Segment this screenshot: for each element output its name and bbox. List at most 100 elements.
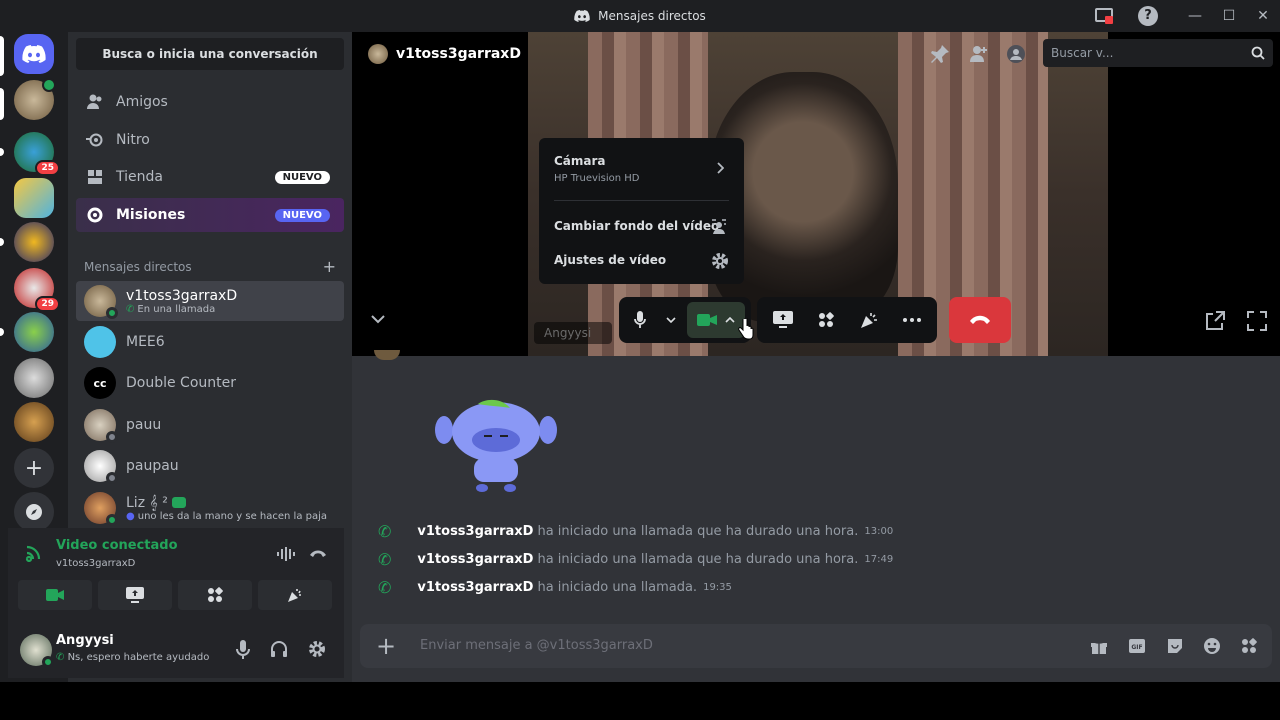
- message-author[interactable]: v1toss3garraxD: [417, 524, 533, 539]
- soundboard-button[interactable]: [258, 580, 332, 610]
- dm-item-paupau[interactable]: paupau: [76, 446, 344, 486]
- help-icon[interactable]: ?: [1138, 6, 1158, 26]
- avatar: [84, 285, 118, 319]
- mouse-cursor-icon: [738, 318, 754, 340]
- close-icon[interactable]: ✕: [1246, 8, 1280, 24]
- message-author[interactable]: v1toss3garraxD: [417, 580, 533, 595]
- minimize-icon[interactable]: —: [1178, 8, 1212, 24]
- dm-item-double-counter[interactable]: ⅽⅽ Double Counter: [76, 363, 344, 403]
- nav-nitro[interactable]: Nitro: [76, 123, 344, 157]
- nitro-icon: [86, 131, 104, 149]
- server-icon-bird[interactable]: [14, 222, 54, 262]
- microphone-options-button[interactable]: [659, 302, 683, 338]
- friends-icon: [86, 93, 104, 111]
- soundboard-button[interactable]: [849, 302, 888, 338]
- search-input[interactable]: Buscar v...: [1043, 39, 1273, 67]
- screen-share-status-icon[interactable]: [1094, 6, 1114, 26]
- screen-share-icon: [126, 587, 144, 603]
- noise-suppression-icon[interactable]: [276, 546, 296, 562]
- avatar: [84, 409, 118, 443]
- explore-icon[interactable]: [14, 492, 54, 532]
- bottom-border: [0, 682, 1280, 720]
- nav-friends[interactable]: Amigos: [76, 85, 344, 119]
- microphone-icon[interactable]: [236, 640, 250, 660]
- phone-icon: ✆: [126, 303, 135, 315]
- server-icon-globe[interactable]: 25: [14, 132, 60, 176]
- server-icon-dog[interactable]: [14, 358, 54, 398]
- chevron-up-icon[interactable]: [725, 317, 735, 323]
- dm-item-pauu[interactable]: pauu: [76, 405, 344, 445]
- hang-up-icon: [970, 315, 990, 324]
- emoji-icon[interactable]: [1203, 637, 1221, 655]
- screen-share-button[interactable]: [763, 302, 802, 338]
- popout-icon[interactable]: [1204, 310, 1226, 332]
- user-panel: Angyysi ✆ Ns, espero haberte ayudado: [8, 622, 344, 678]
- add-friends-icon[interactable]: [968, 44, 988, 64]
- sticker-icon[interactable]: [1166, 637, 1184, 655]
- background-effect-icon: [712, 219, 726, 234]
- add-server-icon[interactable]: +: [14, 448, 54, 488]
- camera-toggle-button[interactable]: [18, 580, 92, 610]
- dm-item-liz[interactable]: Liz 𝄞 ² ● uno les da la mano y se hacen l…: [76, 488, 344, 528]
- tile-name-label: Angyysi: [534, 322, 612, 344]
- disconnect-icon[interactable]: [308, 546, 328, 560]
- dm-item-mee6[interactable]: MEE6: [76, 322, 344, 362]
- server-icon-red[interactable]: 29: [14, 268, 60, 312]
- nav-shop[interactable]: Tienda NUEVO: [76, 160, 344, 194]
- user-profile-icon[interactable]: [1006, 44, 1026, 64]
- dm-name: v1toss3garraxD: [126, 287, 238, 304]
- home-button[interactable]: [14, 34, 54, 74]
- mention-badge: 25: [35, 160, 60, 176]
- maximize-icon[interactable]: ☐: [1212, 8, 1246, 24]
- search-icon: [1251, 46, 1265, 60]
- unread-dot: [0, 328, 4, 336]
- microphone-button[interactable]: [625, 302, 655, 338]
- speech-icon: ●: [126, 510, 135, 522]
- peer-name[interactable]: v1toss3garraxD: [396, 46, 521, 62]
- message-author[interactable]: v1toss3garraxD: [417, 552, 533, 567]
- headphones-icon[interactable]: [270, 640, 288, 658]
- user-avatar[interactable]: [20, 634, 54, 668]
- gif-icon[interactable]: GIF: [1128, 637, 1146, 655]
- settings-gear-icon: [712, 253, 728, 269]
- menu-divider: [554, 200, 729, 201]
- camera-button[interactable]: [687, 302, 745, 338]
- server-icon-craft[interactable]: [14, 312, 54, 352]
- apps-icon[interactable]: [1240, 637, 1258, 655]
- message-composer[interactable]: + Enviar mensaje a @v1toss3garraxD GIF: [360, 624, 1272, 668]
- voice-status-title[interactable]: Video conectado: [56, 538, 178, 553]
- settings-gear-icon[interactable]: [308, 640, 326, 658]
- gift-icon[interactable]: [1090, 637, 1108, 655]
- screen-share-button[interactable]: [98, 580, 172, 610]
- nav-quests[interactable]: Misiones NUEVO: [76, 198, 344, 232]
- fullscreen-icon[interactable]: [1246, 310, 1268, 332]
- change-background-label: Cambiar fondo del vídeo: [554, 219, 720, 233]
- dm-item-v1toss3garraxd[interactable]: v1toss3garraxD ✆ En una llamada: [76, 281, 344, 321]
- more-icon: [902, 318, 921, 322]
- window-title-text: Mensajes directos: [598, 9, 706, 23]
- more-options-button[interactable]: [892, 302, 931, 338]
- quests-icon: [86, 206, 104, 224]
- hang-up-button[interactable]: [949, 297, 1011, 343]
- activities-button[interactable]: [806, 302, 845, 338]
- nav-friends-label: Amigos: [116, 94, 168, 110]
- server-icon-game[interactable]: [14, 178, 54, 218]
- find-conversation-button[interactable]: Busca o inicia una conversación: [76, 38, 344, 70]
- phone-icon: ✆: [378, 522, 392, 541]
- chevron-down-icon[interactable]: [370, 314, 386, 324]
- voice-connected-panel: Video conectado v1toss3garraxD: [8, 528, 344, 622]
- message-input[interactable]: Enviar mensaje a @v1toss3garraxD: [420, 638, 653, 653]
- server-icon-cat[interactable]: [14, 402, 54, 442]
- user-name[interactable]: Angyysi: [56, 633, 114, 648]
- peer-avatar: [368, 44, 388, 64]
- avatar: [84, 492, 118, 526]
- attach-plus-icon[interactable]: +: [376, 632, 396, 660]
- create-dm-icon[interactable]: +: [323, 257, 336, 276]
- pin-icon[interactable]: [930, 44, 950, 64]
- nav-quests-label: Misiones: [116, 207, 186, 223]
- chat-area: ✆ v1toss3garraxD ha iniciado una llamada…: [352, 350, 1280, 682]
- dm-avatar-server[interactable]: [14, 78, 56, 120]
- audio-video-group: [619, 297, 751, 343]
- activities-button[interactable]: [178, 580, 252, 610]
- nav-shop-label: Tienda: [116, 169, 163, 185]
